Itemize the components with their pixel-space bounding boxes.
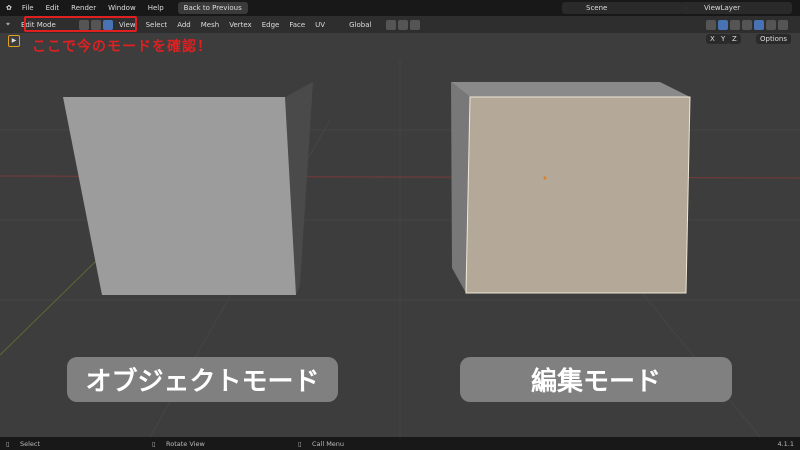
pivot-icon[interactable] xyxy=(386,19,397,30)
rendered-shading-icon[interactable] xyxy=(778,19,788,30)
view-layer-field[interactable]: ViewLayer xyxy=(680,2,792,14)
editor-type-icon[interactable]: ⌖ xyxy=(0,20,16,29)
version-label: 4.1.1 xyxy=(777,440,794,448)
menu-file[interactable]: File xyxy=(16,4,40,12)
options-dropdown[interactable]: Options xyxy=(756,34,792,44)
menu-render[interactable]: Render xyxy=(65,4,102,12)
status-rotate: Rotate View xyxy=(166,440,205,448)
menu-select[interactable]: Select xyxy=(141,21,173,29)
menu-window[interactable]: Window xyxy=(102,4,142,12)
xray-icon[interactable] xyxy=(730,19,740,30)
material-shading-icon[interactable] xyxy=(766,19,776,30)
object-mode-cube xyxy=(63,82,313,295)
mouse-right-icon: ▯ xyxy=(298,440,302,448)
menu-face[interactable]: Face xyxy=(284,21,310,29)
mode-highlight-box xyxy=(24,16,137,32)
menu-edge[interactable]: Edge xyxy=(257,21,285,29)
mouse-left-icon: ▯ xyxy=(6,440,10,448)
status-select: Select xyxy=(20,440,41,448)
menu-add[interactable]: Add xyxy=(172,21,196,29)
menu-uv[interactable]: UV xyxy=(310,21,330,29)
axis-z-toggle[interactable]: Z xyxy=(728,34,741,44)
overlays-icon[interactable] xyxy=(718,19,728,30)
edit-mode-label: 編集モード xyxy=(460,357,732,402)
back-to-previous-button[interactable]: Back to Previous xyxy=(177,2,248,14)
gizmo-icon[interactable] xyxy=(706,19,716,30)
orientation-dropdown[interactable]: Global xyxy=(344,21,376,29)
snap-icon[interactable] xyxy=(398,19,409,30)
scene-field[interactable]: Scene xyxy=(562,2,682,14)
wireframe-shading-icon[interactable] xyxy=(742,19,752,30)
menu-help[interactable]: Help xyxy=(142,4,170,12)
status-call-menu: Call Menu xyxy=(312,440,345,448)
menu-vertex[interactable]: Vertex xyxy=(224,21,257,29)
select-tool-icon[interactable]: ▶ xyxy=(8,35,20,47)
menu-edit[interactable]: Edit xyxy=(40,4,66,12)
edit-mode-cube xyxy=(451,82,691,294)
solid-shading-icon[interactable] xyxy=(754,19,764,30)
proportional-edit-icon[interactable] xyxy=(410,19,421,30)
status-bar: ▯ Select ▯ Rotate View ▯ Call Menu 4.1.1 xyxy=(0,437,800,450)
annotation-text: ここで今のモードを確認！ xyxy=(32,39,212,55)
blender-logo-icon[interactable]: ✿ xyxy=(0,4,16,12)
object-mode-label: オブジェクトモード xyxy=(67,357,338,402)
mouse-middle-icon: ▯ xyxy=(152,440,156,448)
menu-mesh[interactable]: Mesh xyxy=(196,21,224,29)
